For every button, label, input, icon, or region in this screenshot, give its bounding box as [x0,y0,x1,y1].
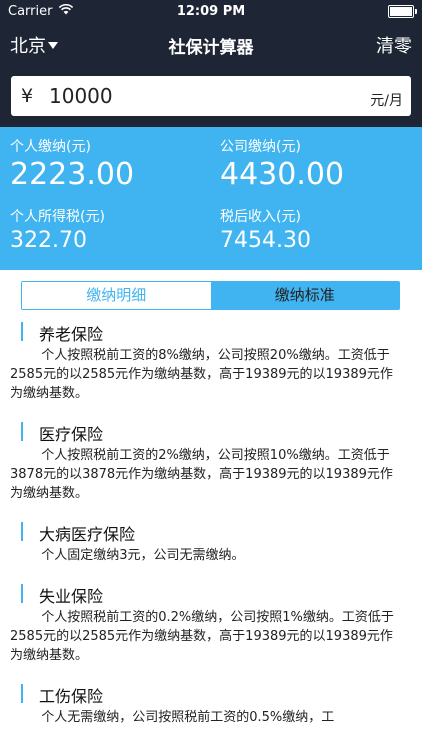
section-unemployment-insurance: 失业保险 个人按照税前工资的0.2%缴纳，公司按照1%缴纳。工资低于2585元的… [0,580,422,665]
section-header: 工伤保险 [0,680,422,708]
personal-payment-label: 个人缴纳(元) [10,139,91,155]
section-header: 医疗保险 [0,418,422,446]
section-title: 医疗保险 [39,425,104,444]
section-marker [21,422,23,441]
section-work-injury-insurance: 工伤保险 个人无需缴纳，公司按照税前工资的0.5%缴纳，工 [0,680,422,727]
section-title: 失业保险 [39,587,104,606]
section-title: 养老保险 [39,325,104,344]
section-pension-insurance: 养老保险 个人按照税前工资的8%缴纳，公司按照20%缴纳。工资低于2585元的以… [0,318,422,403]
caret-down-icon [48,42,58,49]
company-payment-value: 4430.00 [220,157,345,192]
section-description: 个人按照税前工资的0.2%缴纳，公司按照1%缴纳。工资低于2585元的以2585… [10,610,394,663]
tab-payment-standards[interactable]: 缴纳标准 [210,282,399,309]
results-panel: 个人缴纳(元) 2223.00 公司缴纳(元) 4430.00 个人所得税(元)… [0,127,422,270]
city-selector[interactable]: 北京 [10,32,58,58]
city-label: 北京 [10,36,46,57]
section-medical-insurance: 医疗保险 个人按照税前工资的2%缴纳，公司按照10%缴纳。工资低于3878元的以… [0,418,422,503]
section-description: 个人按照税前工资的8%缴纳，公司按照20%缴纳。工资低于2585元的以2585元… [10,348,393,401]
income-tax-label: 个人所得税(元) [10,209,105,225]
battery-icon [388,5,417,18]
after-tax-income: 税后收入(元) 7454.30 [220,206,311,253]
tab-payment-details[interactable]: 缴纳明细 [22,282,211,309]
section-header: 大病医疗保险 [0,518,422,546]
header-area: Carrier 12:09 PM 北京 社保计算器 清零 ¥ 元/月 [0,0,422,127]
clear-button[interactable]: 清零 [376,32,412,58]
section-description: 个人固定缴纳3元，公司无需缴纳。 [41,548,245,563]
after-tax-income-label: 税后收入(元) [220,209,301,225]
income-tax: 个人所得税(元) 322.70 [10,206,105,253]
section-marker [21,684,23,703]
navigation-bar: 北京 社保计算器 清零 [0,22,422,66]
section-header: 失业保险 [0,580,422,608]
section-title: 大病医疗保险 [39,525,136,544]
company-payment: 公司缴纳(元) 4430.00 [220,136,344,192]
section-title: 工伤保险 [39,687,104,706]
page-title: 社保计算器 [168,38,254,58]
segmented-control: 缴纳明细 缴纳标准 [21,281,400,310]
currency-symbol: ¥ [21,85,34,107]
salary-input-box: ¥ 元/月 [11,76,411,116]
status-time: 12:09 PM [176,4,246,19]
standards-list: 养老保险 个人按照税前工资的8%缴纳，公司按照20%缴纳。工资低于2585元的以… [0,318,422,742]
section-description: 个人无需缴纳，公司按照税前工资的0.5%缴纳，工 [41,710,335,725]
section-marker [21,584,23,603]
after-tax-income-value: 7454.30 [220,228,311,253]
personal-payment-value: 2223.00 [10,157,135,192]
section-description: 个人按照税前工资的2%缴纳，公司按照10%缴纳。工资低于3878元的以3878元… [10,448,393,501]
personal-payment: 个人缴纳(元) 2223.00 [10,136,134,192]
income-tax-value: 322.70 [10,228,87,253]
salary-unit: 元/月 [370,93,403,109]
status-bar: Carrier 12:09 PM [0,0,422,22]
section-marker [21,322,23,341]
section-header: 养老保险 [0,318,422,346]
section-marker [21,522,23,541]
company-payment-label: 公司缴纳(元) [220,139,301,155]
section-serious-illness-insurance: 大病医疗保险 个人固定缴纳3元，公司无需缴纳。 [0,518,422,565]
salary-input[interactable] [49,81,329,111]
